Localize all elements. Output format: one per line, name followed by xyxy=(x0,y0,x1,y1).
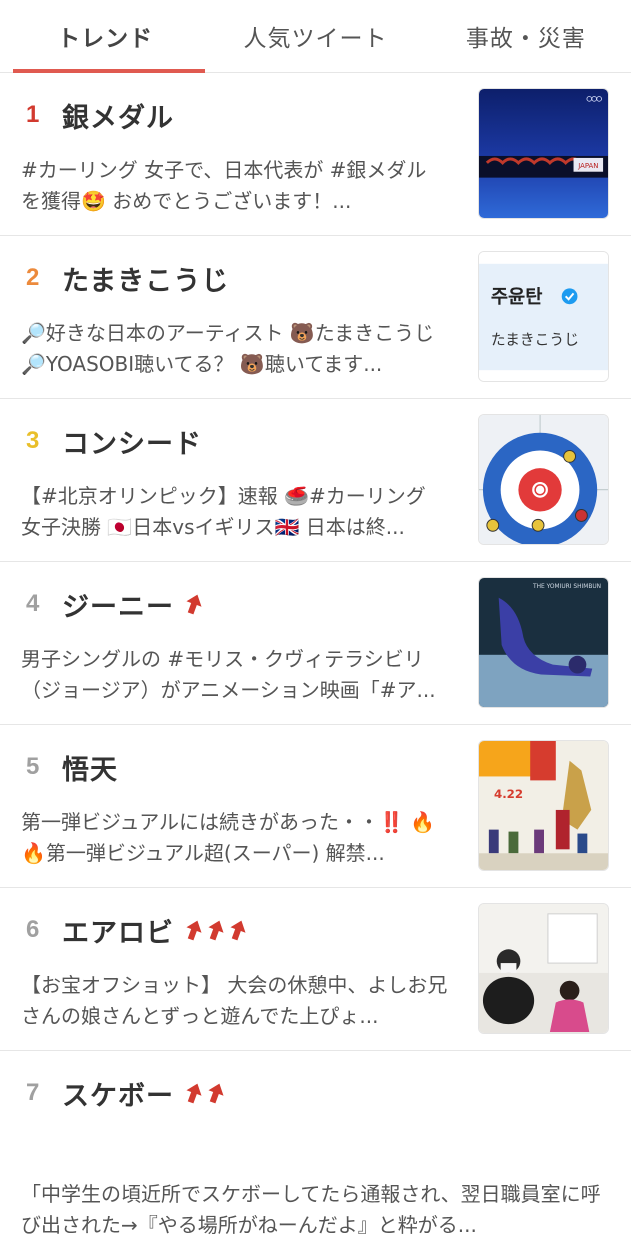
trend-title-row: 3 コンシード xyxy=(26,421,202,461)
trend-description: 「中学生の頃近所でスケボーしてたら通報され、翌日職員室に呼び出された→『やる場所… xyxy=(21,1182,601,1237)
trend-item[interactable]: 5 悟天 第一弾ビジュアルには続きがあった・・‼️ 🔥🔥第一弾ビジュアル超(スー… xyxy=(0,725,631,888)
trend-description: 【お宝オフショット】 大会の休憩中、よしお兄さんの娘さんとずっと遊んでた上ぴょ.… xyxy=(21,973,448,1028)
trend-item[interactable]: 7 スケボー 「中学生の頃近所でスケボーしてたら通報され、翌日職員室に呼び出され… xyxy=(0,1051,631,1251)
profile-card-thumbnail[interactable]: 주윤탄 たまきこうじ xyxy=(478,251,609,382)
trend-description: 🔎好きな日本のアーティスト 🐻たまきこうじ 🔎YOASOBI聴いてる？ 🐻聴いて… xyxy=(21,321,435,376)
figure-skater-photo-thumbnail[interactable]: THE YOMIURI SHIMBUN xyxy=(478,577,609,708)
trend-title-row: 6 エアロビ xyxy=(26,910,250,950)
trend-item[interactable]: 4 ジーニー 男子シングルの #モリス・クヴィテラシビリ（ジョージア）がアニメー… xyxy=(0,562,631,725)
up-arrow-icon xyxy=(186,594,202,615)
up-arrow-icon xyxy=(208,1083,224,1104)
trend-title[interactable]: ジーニー xyxy=(62,585,174,624)
tab-bar: トレンド 人気ツイート 事故・災害 xyxy=(0,0,631,73)
curling-house-icon xyxy=(479,415,608,544)
up-arrow-icon xyxy=(186,920,202,941)
profile-card-icon: 주윤탄 たまきこうじ xyxy=(479,252,608,381)
trend-description: 【#北京オリンピック】速報 🥌#カーリング 女子決勝 🇯🇵日本vsイギリス🇬🇧 … xyxy=(21,484,426,539)
trend-description: 第一弾ビジュアルには続きがあった・・‼️ 🔥🔥第一弾ビジュアル超(スーパー) 解… xyxy=(21,810,436,865)
trend-rank: 3 xyxy=(26,427,40,454)
verified-badge-icon xyxy=(561,288,578,305)
tab-popular-tweets[interactable]: 人気ツイート xyxy=(210,0,420,72)
anime-poster-icon: 4.22 xyxy=(479,741,608,870)
trend-title[interactable]: エアロビ xyxy=(62,911,174,950)
tab-accidents-disasters[interactable]: 事故・災害 xyxy=(421,0,631,72)
up-arrow-icon xyxy=(186,1083,202,1104)
trend-rank: 6 xyxy=(26,916,40,943)
trend-title[interactable]: 悟天 xyxy=(62,748,118,787)
thumb-text: THE YOMIURI SHIMBUN xyxy=(532,584,601,590)
thumb-name: 주윤탄 xyxy=(491,287,543,308)
anime-poster-thumbnail[interactable]: 4.22 xyxy=(478,740,609,871)
rising-arrows xyxy=(184,592,206,616)
figure-skater-photo-icon: THE YOMIURI SHIMBUN xyxy=(479,578,608,707)
trend-item[interactable]: 3 コンシード 【#北京オリンピック】速報 🥌#カーリング 女子決勝 🇯🇵日本v… xyxy=(0,399,631,562)
trend-title-row: 4 ジーニー xyxy=(26,584,206,624)
up-arrow-icon xyxy=(208,920,224,941)
trend-title[interactable]: コンシード xyxy=(62,422,202,461)
trend-rank: 7 xyxy=(26,1079,40,1106)
trend-rank: 5 xyxy=(26,753,40,780)
up-arrow-icon xyxy=(230,920,246,941)
trend-description: 男子シングルの #モリス・クヴィテラシビリ（ジョージア）がアニメーション映画「#… xyxy=(21,647,436,702)
trend-title-row: 7 スケボー xyxy=(26,1073,228,1113)
trend-title[interactable]: 銀メダル xyxy=(62,96,174,135)
rising-arrows xyxy=(184,1081,228,1105)
trend-title-row: 1 銀メダル xyxy=(26,95,174,135)
trend-title-row: 5 悟天 xyxy=(26,747,118,787)
trend-title[interactable]: たまきこうじ xyxy=(62,259,229,298)
offshot-photo-thumbnail[interactable] xyxy=(478,903,609,1034)
curling-house-thumbnail[interactable] xyxy=(478,414,609,545)
thumb-text: JAPAN xyxy=(577,162,598,170)
trend-rank: 1 xyxy=(26,101,40,128)
olympic-curling-photo-thumbnail[interactable]: JAPAN xyxy=(478,88,609,219)
trend-list: 1 銀メダル #カーリング 女子で、日本代表が #銀メダル を獲得🤩 おめでとう… xyxy=(0,73,631,1251)
trend-description: #カーリング 女子で、日本代表が #銀メダル を獲得🤩 おめでとうございます！.… xyxy=(21,158,427,213)
trend-item[interactable]: 2 たまきこうじ 🔎好きな日本のアーティスト 🐻たまきこうじ 🔎YOASOBI聴… xyxy=(0,236,631,399)
trend-title-row: 2 たまきこうじ xyxy=(26,258,229,298)
trend-item[interactable]: 1 銀メダル #カーリング 女子で、日本代表が #銀メダル を獲得🤩 おめでとう… xyxy=(0,73,631,236)
thumb-text: 4.22 xyxy=(494,787,523,801)
trend-title[interactable]: スケボー xyxy=(62,1074,174,1113)
olympic-curling-photo-icon: JAPAN xyxy=(479,89,608,218)
trend-item[interactable]: 6 エアロビ 【お宝オフショット】 大会の休憩中、よしお兄さんの娘さんとずっと遊… xyxy=(0,888,631,1051)
trend-rank: 2 xyxy=(26,264,40,291)
offshot-photo-icon xyxy=(479,904,608,1033)
rising-arrows xyxy=(184,918,250,942)
trend-rank: 4 xyxy=(26,590,40,617)
thumb-sub: たまきこうじ xyxy=(491,332,579,349)
tab-trend[interactable]: トレンド xyxy=(0,0,210,73)
